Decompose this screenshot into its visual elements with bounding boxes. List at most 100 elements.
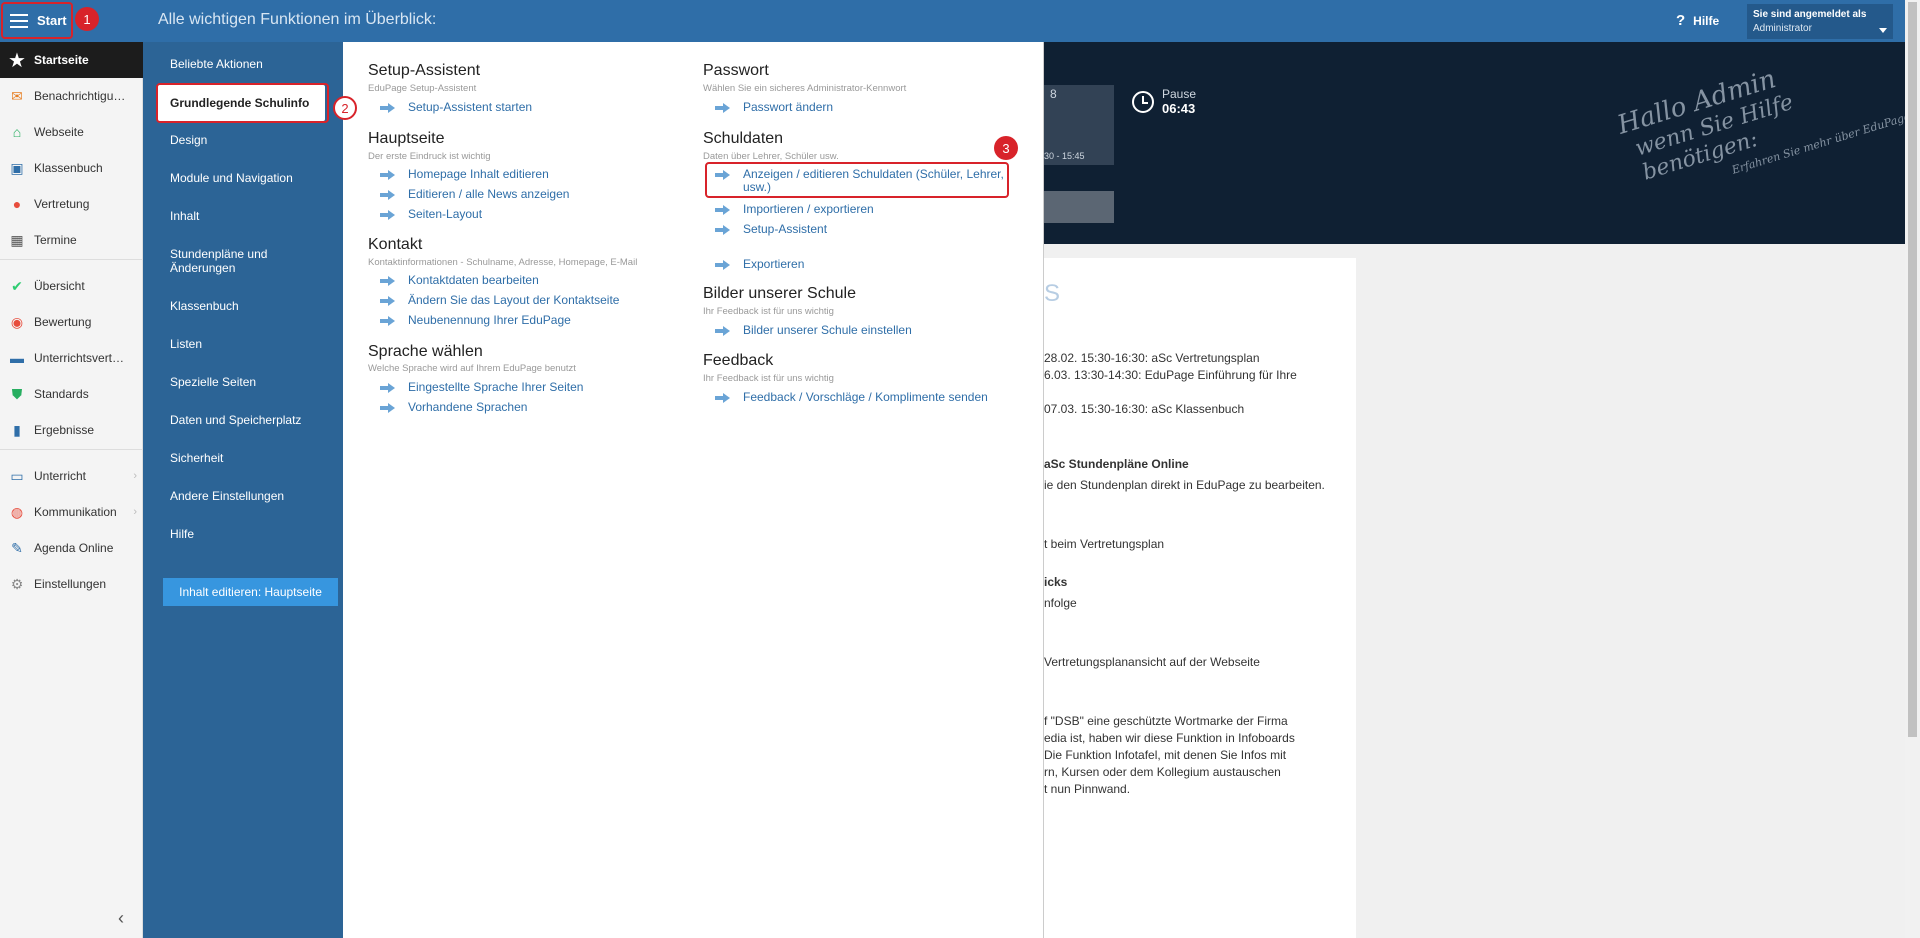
sidebar-item-kommunikation[interactable]: ◍ Kommunikation › [0, 494, 143, 530]
arrow-right-icon [380, 316, 396, 326]
link-exportieren[interactable]: Exportieren [743, 258, 804, 271]
link-homepage-inhalt[interactable]: Homepage Inhalt editieren [408, 168, 549, 181]
link-passwort-aendern[interactable]: Passwort ändern [743, 101, 833, 114]
arrow-right-icon [715, 393, 731, 403]
sidebar-item-label: Kommunikation [34, 505, 117, 519]
sidebar-item-unterrichtsverteilung[interactable]: ▬ Unterrichtsverteilung [0, 340, 143, 376]
sidebar-item-webseite[interactable]: ⌂ Webseite [0, 114, 143, 150]
sidebar-item-einstellungen[interactable]: ⚙ Einstellungen [0, 566, 143, 602]
sidebar-item-label: Klassenbuch [34, 161, 103, 175]
collapse-sidebar-icon[interactable]: ‹ [118, 908, 124, 929]
arrow-right-icon [380, 103, 396, 113]
link-news-anzeigen[interactable]: Editieren / alle News anzeigen [408, 188, 569, 201]
sidebar-item-label: Standards [34, 387, 89, 401]
sidebar-item-agenda-online[interactable]: ✎ Agenda Online [0, 530, 143, 566]
link-vorhandene-sprachen[interactable]: Vorhandene Sprachen [408, 401, 527, 414]
link-feedback-senden[interactable]: Feedback / Vorschläge / Komplimente send… [743, 391, 988, 404]
section-subtitle: Daten über Lehrer, Schüler usw. [703, 151, 839, 162]
edit-main-page-button[interactable]: Inhalt editieren: Hauptseite [163, 578, 338, 606]
menu-item-beliebte-aktionen[interactable]: Beliebte Aktionen [170, 57, 335, 71]
menu-item-design[interactable]: Design [170, 133, 335, 147]
pen-icon: ✎ [11, 539, 23, 556]
pause-time: 06:43 [1162, 101, 1196, 116]
help-button[interactable]: ? Hilfe [1676, 12, 1719, 29]
link-neubenennung[interactable]: Neubenennung Ihrer EduPage [408, 314, 571, 327]
link-seiten-layout[interactable]: Seiten-Layout [408, 208, 482, 221]
news-line: edia ist, haben wir diese Funktion in In… [1044, 731, 1295, 745]
menu-item-inhalt[interactable]: Inhalt [170, 209, 335, 223]
arrow-right-icon [380, 296, 396, 306]
period-number: 8 [1050, 87, 1057, 101]
link-bilder-einstellen[interactable]: Bilder unserer Schule einstellen [743, 324, 912, 337]
sidebar-item-ergebnisse[interactable]: ▮ Ergebnisse [0, 412, 143, 448]
sidebar-item-label: Bewertung [34, 315, 92, 329]
sidebar-item-label: Startseite [34, 53, 89, 67]
sidebar-item-bewertung[interactable]: ◉ Bewertung [0, 304, 143, 340]
arrow-right-icon [715, 326, 731, 336]
section-title: Passwort [703, 62, 769, 79]
link-importieren-exportieren[interactable]: Importieren / exportieren [743, 203, 874, 216]
arrow-right-icon [380, 276, 396, 286]
sidebar-item-standards[interactable]: ⛊ Standards [0, 376, 143, 412]
section-title: Feedback [703, 352, 774, 369]
greeting-text: Hallo Admin wenn Sie Hilfe benötigen: Er… [1614, 27, 1920, 205]
menu-heading: Alle wichtigen Funktionen im Überblick: [158, 11, 437, 28]
sidebar-item-label: Einstellungen [34, 577, 107, 591]
menu-item-stundenplaene[interactable]: Stundenpläne und Änderungen [170, 247, 280, 275]
sidebar-item-uebersicht[interactable]: ✔ Übersicht [0, 268, 143, 304]
news-line[interactable]: 07.03. 15:30-16:30: aSc Klassenbuch [1044, 401, 1244, 418]
arrow-right-icon [380, 190, 396, 200]
news-line[interactable]: 28.02. 15:30-16:30: aSc Vertretungsplan [1044, 350, 1260, 367]
menu-item-hilfe[interactable]: Hilfe [170, 527, 335, 541]
pause-indicator: Pause 06:43 [1132, 87, 1196, 116]
sidebar-item-label: Ergebnisse [34, 423, 95, 437]
section-title: Sprache wählen [368, 343, 483, 360]
sidebar-item-startseite[interactable]: ★ Startseite [0, 42, 143, 78]
news-line[interactable]: 6.03. 13:30-14:30: EduPage Einführung fü… [1044, 367, 1297, 384]
news-line: t beim Vertretungsplan [1044, 537, 1165, 551]
menu-item-module-navigation[interactable]: Module und Navigation [170, 171, 335, 185]
sidebar-item-benachrichtigungen[interactable]: ✉ Benachrichtigungen [0, 78, 143, 114]
menu-item-sicherheit[interactable]: Sicherheit [170, 451, 335, 465]
link-kontaktdaten[interactable]: Kontaktdaten bearbeiten [408, 274, 539, 287]
news-card: S 28.02. 15:30-16:30: aSc Vertretungspla… [1044, 258, 1356, 938]
sidebar-item-termine[interactable]: ▦ Termine [0, 222, 143, 258]
menu-item-daten-speicherplatz[interactable]: Daten und Speicherplatz [170, 413, 335, 427]
calendar-icon: ▦ [10, 231, 24, 248]
sidebar-item-label: Übersicht [34, 279, 85, 293]
news-line: Die Funktion Infotafel, mit denen Sie In… [1044, 748, 1287, 762]
menu-item-klassenbuch[interactable]: Klassenbuch [170, 299, 335, 313]
menu-item-listen[interactable]: Listen [170, 337, 335, 351]
sidebar-item-label: Termine [34, 233, 77, 247]
period-time: 30 - 15:45 [1044, 151, 1085, 161]
person-icon: ● [12, 196, 22, 212]
card-heading: S [1044, 280, 1061, 307]
annotation-badge-2: 2 [333, 96, 357, 120]
sidebar-item-vertretung[interactable]: ● Vertretung [0, 186, 143, 222]
star-icon: ★ [8, 49, 26, 72]
menu-item-spezielle-seiten[interactable]: Spezielle Seiten [170, 375, 335, 389]
check-circle-icon: ✔ [11, 277, 23, 294]
sidebar-item-klassenbuch[interactable]: ▣ Klassenbuch [0, 150, 143, 186]
section-title: Bilder unserer Schule [703, 285, 856, 302]
sidebar-item-unterricht[interactable]: ▭ Unterricht › [0, 458, 143, 494]
link-kontakt-layout[interactable]: Ändern Sie das Layout der Kontaktseite [408, 294, 619, 307]
link-eingestellte-sprache[interactable]: Eingestellte Sprache Ihrer Seiten [408, 381, 583, 394]
menu-item-andere-einstellungen[interactable]: Andere Einstellungen [170, 489, 335, 503]
sidebar-item-label: Benachrichtigungen [34, 89, 129, 103]
sidebar-item-label: Webseite [34, 125, 84, 139]
gear-icon: ⚙ [10, 575, 24, 592]
arrow-right-icon [715, 225, 731, 235]
section-subtitle: Welche Sprache wird auf Ihrem EduPage be… [368, 363, 576, 374]
news-line: t nun Pinnwand. [1044, 782, 1131, 796]
page-scrollbar[interactable] [1905, 0, 1920, 938]
scrollbar-thumb[interactable] [1908, 2, 1917, 737]
section-subtitle: Wählen Sie ein sicheres Administrator-Ke… [703, 83, 907, 94]
sidebar-item-label: Unterricht [34, 469, 87, 483]
link-setup-assistent[interactable]: Setup-Assistent [743, 223, 827, 236]
folder-icon: ▭ [10, 467, 24, 484]
section-title: Kontakt [368, 236, 423, 253]
user-name: Administrator [1753, 23, 1812, 34]
sidebar-divider [0, 449, 143, 450]
link-setup-assistent-starten[interactable]: Setup-Assistent starten [408, 101, 532, 114]
